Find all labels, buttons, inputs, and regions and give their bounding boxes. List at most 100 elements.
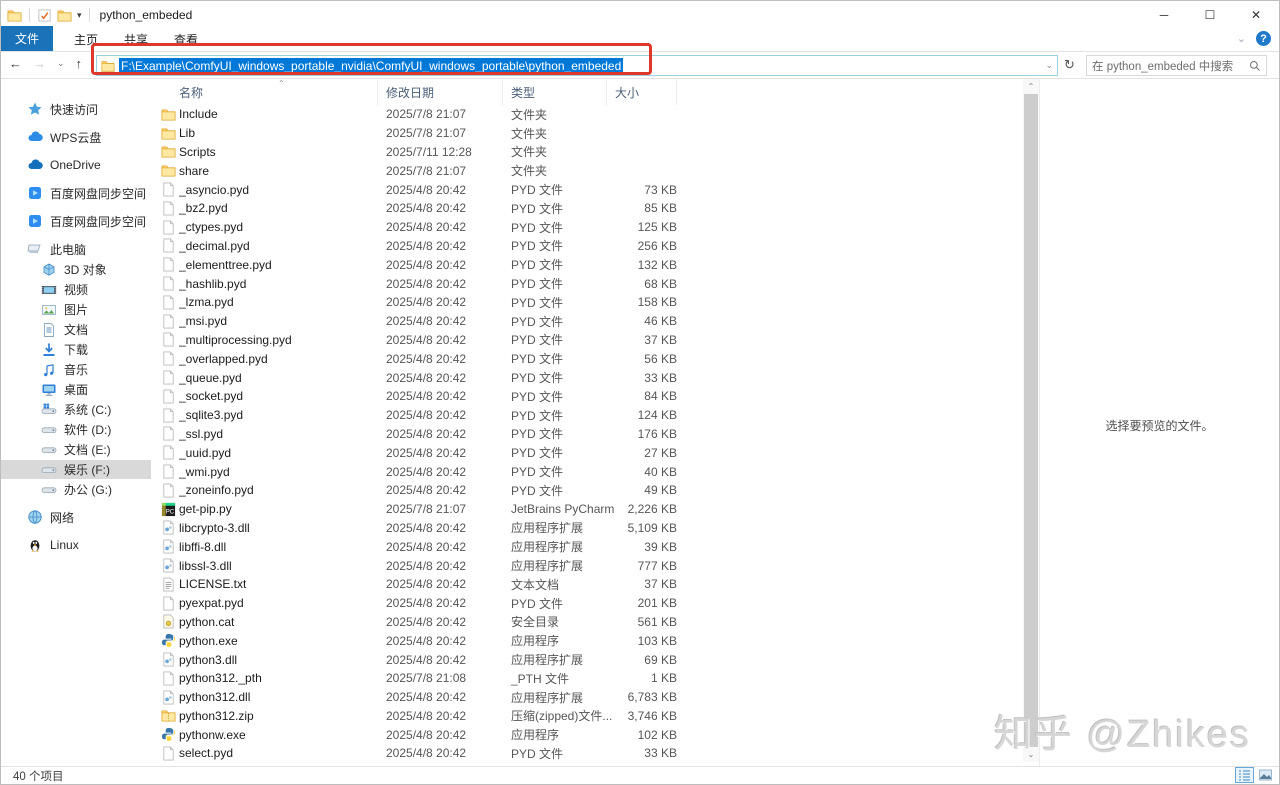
new-folder-icon[interactable] [57, 8, 72, 23]
table-row[interactable]: _msi.pyd 2025/4/8 20:42 PYD 文件 46 KB [151, 312, 1023, 331]
sidebar-item-desktop[interactable]: 桌面 [1, 380, 151, 399]
minimize-button[interactable]: ─ [1141, 1, 1187, 29]
file-date: 2025/7/8 21:07 [386, 126, 467, 141]
table-row[interactable]: share 2025/7/8 21:07 文件夹 [151, 161, 1023, 180]
sidebar-item-wps-cloud[interactable]: WPS云盘 [1, 127, 151, 147]
sidebar-item-drive[interactable]: 娱乐 (F:) [1, 460, 151, 479]
table-row[interactable]: _overlapped.pyd 2025/4/8 20:42 PYD 文件 56 KB [151, 349, 1023, 368]
table-row[interactable]: _sqlite3.pyd 2025/4/8 20:42 PYD 文件 124 KB [151, 406, 1023, 425]
table-row[interactable]: _decimal.pyd 2025/4/8 20:42 PYD 文件 256 KB [151, 237, 1023, 256]
tab-home[interactable]: 主页 [61, 28, 111, 51]
table-row[interactable]: pythonw.exe 2025/4/8 20:42 应用程序 102 KB [151, 725, 1023, 744]
file-size: 84 KB [644, 389, 677, 404]
back-button[interactable]: ← [9, 56, 22, 71]
file-icon [161, 596, 176, 611]
table-row[interactable]: Scripts 2025/7/11 12:28 文件夹 [151, 143, 1023, 162]
properties-icon[interactable] [37, 8, 52, 23]
table-row[interactable]: _elementtree.pyd 2025/4/8 20:42 PYD 文件 132 … [151, 255, 1023, 274]
table-row[interactable]: _queue.pyd 2025/4/8 20:42 PYD 文件 33 KB [151, 368, 1023, 387]
ribbon-collapse-icon[interactable]: ⌄ [1237, 32, 1246, 45]
thumbnail-view-button[interactable] [1256, 767, 1275, 783]
sidebar-item-quick-access[interactable]: 快速访问 [1, 99, 151, 119]
table-row[interactable]: python312._pth 2025/7/8 21:08 _PTH 文件 1 KB [151, 669, 1023, 688]
details-view-button[interactable] [1235, 767, 1254, 783]
table-row[interactable]: _hashlib.pyd 2025/4/8 20:42 PYD 文件 68 KB [151, 274, 1023, 293]
table-row[interactable]: python.cat 2025/4/8 20:42 安全目录 561 KB [151, 613, 1023, 632]
vertical-scrollbar[interactable]: ⌃ ⌄ [1023, 79, 1039, 762]
sidebar-item-drive[interactable]: 软件 (D:) [1, 420, 151, 439]
file-size: 49 KB [644, 483, 677, 498]
column-header-type[interactable]: 类型 [503, 79, 607, 105]
file-icon [161, 389, 176, 404]
address-bar[interactable]: F:\Example\ComfyUI_windows_portable_nvid… [96, 55, 1058, 76]
file-size: 69 KB [644, 652, 677, 667]
table-row[interactable]: select.pyd 2025/4/8 20:42 PYD 文件 33 KB [151, 744, 1023, 763]
table-row[interactable]: Lib 2025/7/8 21:07 文件夹 [151, 124, 1023, 143]
scroll-up-icon[interactable]: ⌃ [1023, 79, 1039, 94]
table-row[interactable]: _ssl.pyd 2025/4/8 20:42 PYD 文件 176 KB [151, 425, 1023, 444]
sidebar-item-linux[interactable]: Linux [1, 535, 151, 555]
tab-file[interactable]: 文件 [1, 26, 54, 51]
close-button[interactable]: ✕ [1233, 1, 1279, 29]
table-row[interactable]: _ctypes.pyd 2025/4/8 20:42 PYD 文件 125 KB [151, 218, 1023, 237]
table-row[interactable]: LICENSE.txt 2025/4/8 20:42 文本文档 37 KB [151, 575, 1023, 594]
refresh-icon[interactable]: ↻ [1064, 57, 1075, 73]
table-row[interactable]: _uuid.pyd 2025/4/8 20:42 PYD 文件 27 KB [151, 443, 1023, 462]
sidebar-item-drive-system[interactable]: 系统 (C:) [1, 400, 151, 419]
table-row[interactable]: _socket.pyd 2025/4/8 20:42 PYD 文件 84 KB [151, 387, 1023, 406]
table-row[interactable]: libcrypto-3.dll 2025/4/8 20:42 应用程序扩展 5,109… [151, 519, 1023, 538]
sidebar-item-videos[interactable]: 视频 [1, 280, 151, 299]
search-box[interactable]: 在 python_embeded 中搜索 [1086, 55, 1267, 76]
address-dropdown-icon[interactable]: ⌄ [1045, 60, 1053, 71]
sidebar-item-this-pc[interactable]: 此电脑 [1, 239, 151, 259]
wps-cloud-icon [27, 129, 43, 145]
tab-view[interactable]: 查看 [161, 28, 211, 51]
file-date: 2025/4/8 20:42 [386, 690, 467, 705]
file-size: 103 KB [637, 633, 677, 648]
table-row[interactable]: _multiprocessing.pyd 2025/4/8 20:42 PYD 文件… [151, 331, 1023, 350]
help-icon[interactable]: ? [1256, 31, 1271, 46]
scrollbar-thumb[interactable] [1024, 94, 1038, 747]
up-button[interactable]: ↑ [76, 56, 83, 71]
file-name: select.pyd [179, 746, 234, 761]
table-row[interactable]: python3.dll 2025/4/8 20:42 应用程序扩展 69 KB [151, 650, 1023, 669]
tab-share[interactable]: 共享 [111, 28, 161, 51]
table-row[interactable]: PC get-pip.py 2025/7/8 21:07 JetBrains PyCh… [151, 500, 1023, 519]
column-header-size[interactable]: 大小 [607, 79, 677, 105]
sidebar-item-drive[interactable]: 文档 (E:) [1, 440, 151, 459]
sidebar-item-objects-3d[interactable]: 3D 对象 [1, 260, 151, 279]
table-row[interactable]: _asyncio.pyd 2025/4/8 20:42 PYD 文件 73 KB [151, 180, 1023, 199]
address-path-selected[interactable]: F:\Example\ComfyUI_windows_portable_nvid… [119, 57, 624, 74]
table-row[interactable]: Include 2025/7/8 21:07 文件夹 [151, 105, 1023, 124]
forward-button[interactable]: → [33, 56, 46, 71]
table-row[interactable]: python312.zip 2025/4/8 20:42 压缩(zipped)文件.… [151, 707, 1023, 726]
table-row[interactable]: _bz2.pyd 2025/4/8 20:42 PYD 文件 85 KB [151, 199, 1023, 218]
table-row[interactable]: _zoneinfo.pyd 2025/4/8 20:42 PYD 文件 49 KB [151, 481, 1023, 500]
recent-locations-icon[interactable]: ⌄ [57, 58, 65, 69]
sidebar-item-downloads[interactable]: 下载 [1, 340, 151, 359]
sidebar-item-baidu-netdisk[interactable]: 百度网盘同步空间 [1, 183, 151, 203]
table-row[interactable]: pyexpat.pyd 2025/4/8 20:42 PYD 文件 201 KB [151, 594, 1023, 613]
sidebar-item-network[interactable]: 网络 [1, 507, 151, 527]
table-row[interactable]: python312.dll 2025/4/8 20:42 应用程序扩展 6,783 K… [151, 688, 1023, 707]
sidebar-item-drive[interactable]: 办公 (G:) [1, 480, 151, 499]
sidebar-item-music[interactable]: 音乐 [1, 360, 151, 379]
column-header-name[interactable]: 名称 ⌃ [179, 79, 378, 105]
sidebar-item-documents[interactable]: 文档 [1, 320, 151, 339]
file-size: 102 KB [637, 727, 677, 742]
qat-customize-icon[interactable]: ▾ [77, 8, 82, 23]
column-header-date[interactable]: 修改日期 [378, 79, 503, 105]
table-row[interactable]: _wmi.pyd 2025/4/8 20:42 PYD 文件 40 KB [151, 462, 1023, 481]
sidebar-item-pictures[interactable]: 图片 [1, 300, 151, 319]
file-icon [161, 370, 176, 385]
maximize-button[interactable]: ☐ [1187, 1, 1233, 29]
sidebar-item-onedrive[interactable]: OneDrive [1, 155, 151, 175]
file-name: _lzma.pyd [179, 295, 234, 310]
scroll-down-icon[interactable]: ⌄ [1023, 747, 1039, 762]
table-row[interactable]: libssl-3.dll 2025/4/8 20:42 应用程序扩展 777 KB [151, 556, 1023, 575]
sidebar-item-baidu-netdisk[interactable]: 百度网盘同步空间 [1, 211, 151, 231]
table-row[interactable]: python.exe 2025/4/8 20:42 应用程序 103 KB [151, 631, 1023, 650]
table-row[interactable]: libffi-8.dll 2025/4/8 20:42 应用程序扩展 39 KB [151, 537, 1023, 556]
table-row[interactable]: _lzma.pyd 2025/4/8 20:42 PYD 文件 158 KB [151, 293, 1023, 312]
file-date: 2025/4/8 20:42 [386, 426, 467, 441]
